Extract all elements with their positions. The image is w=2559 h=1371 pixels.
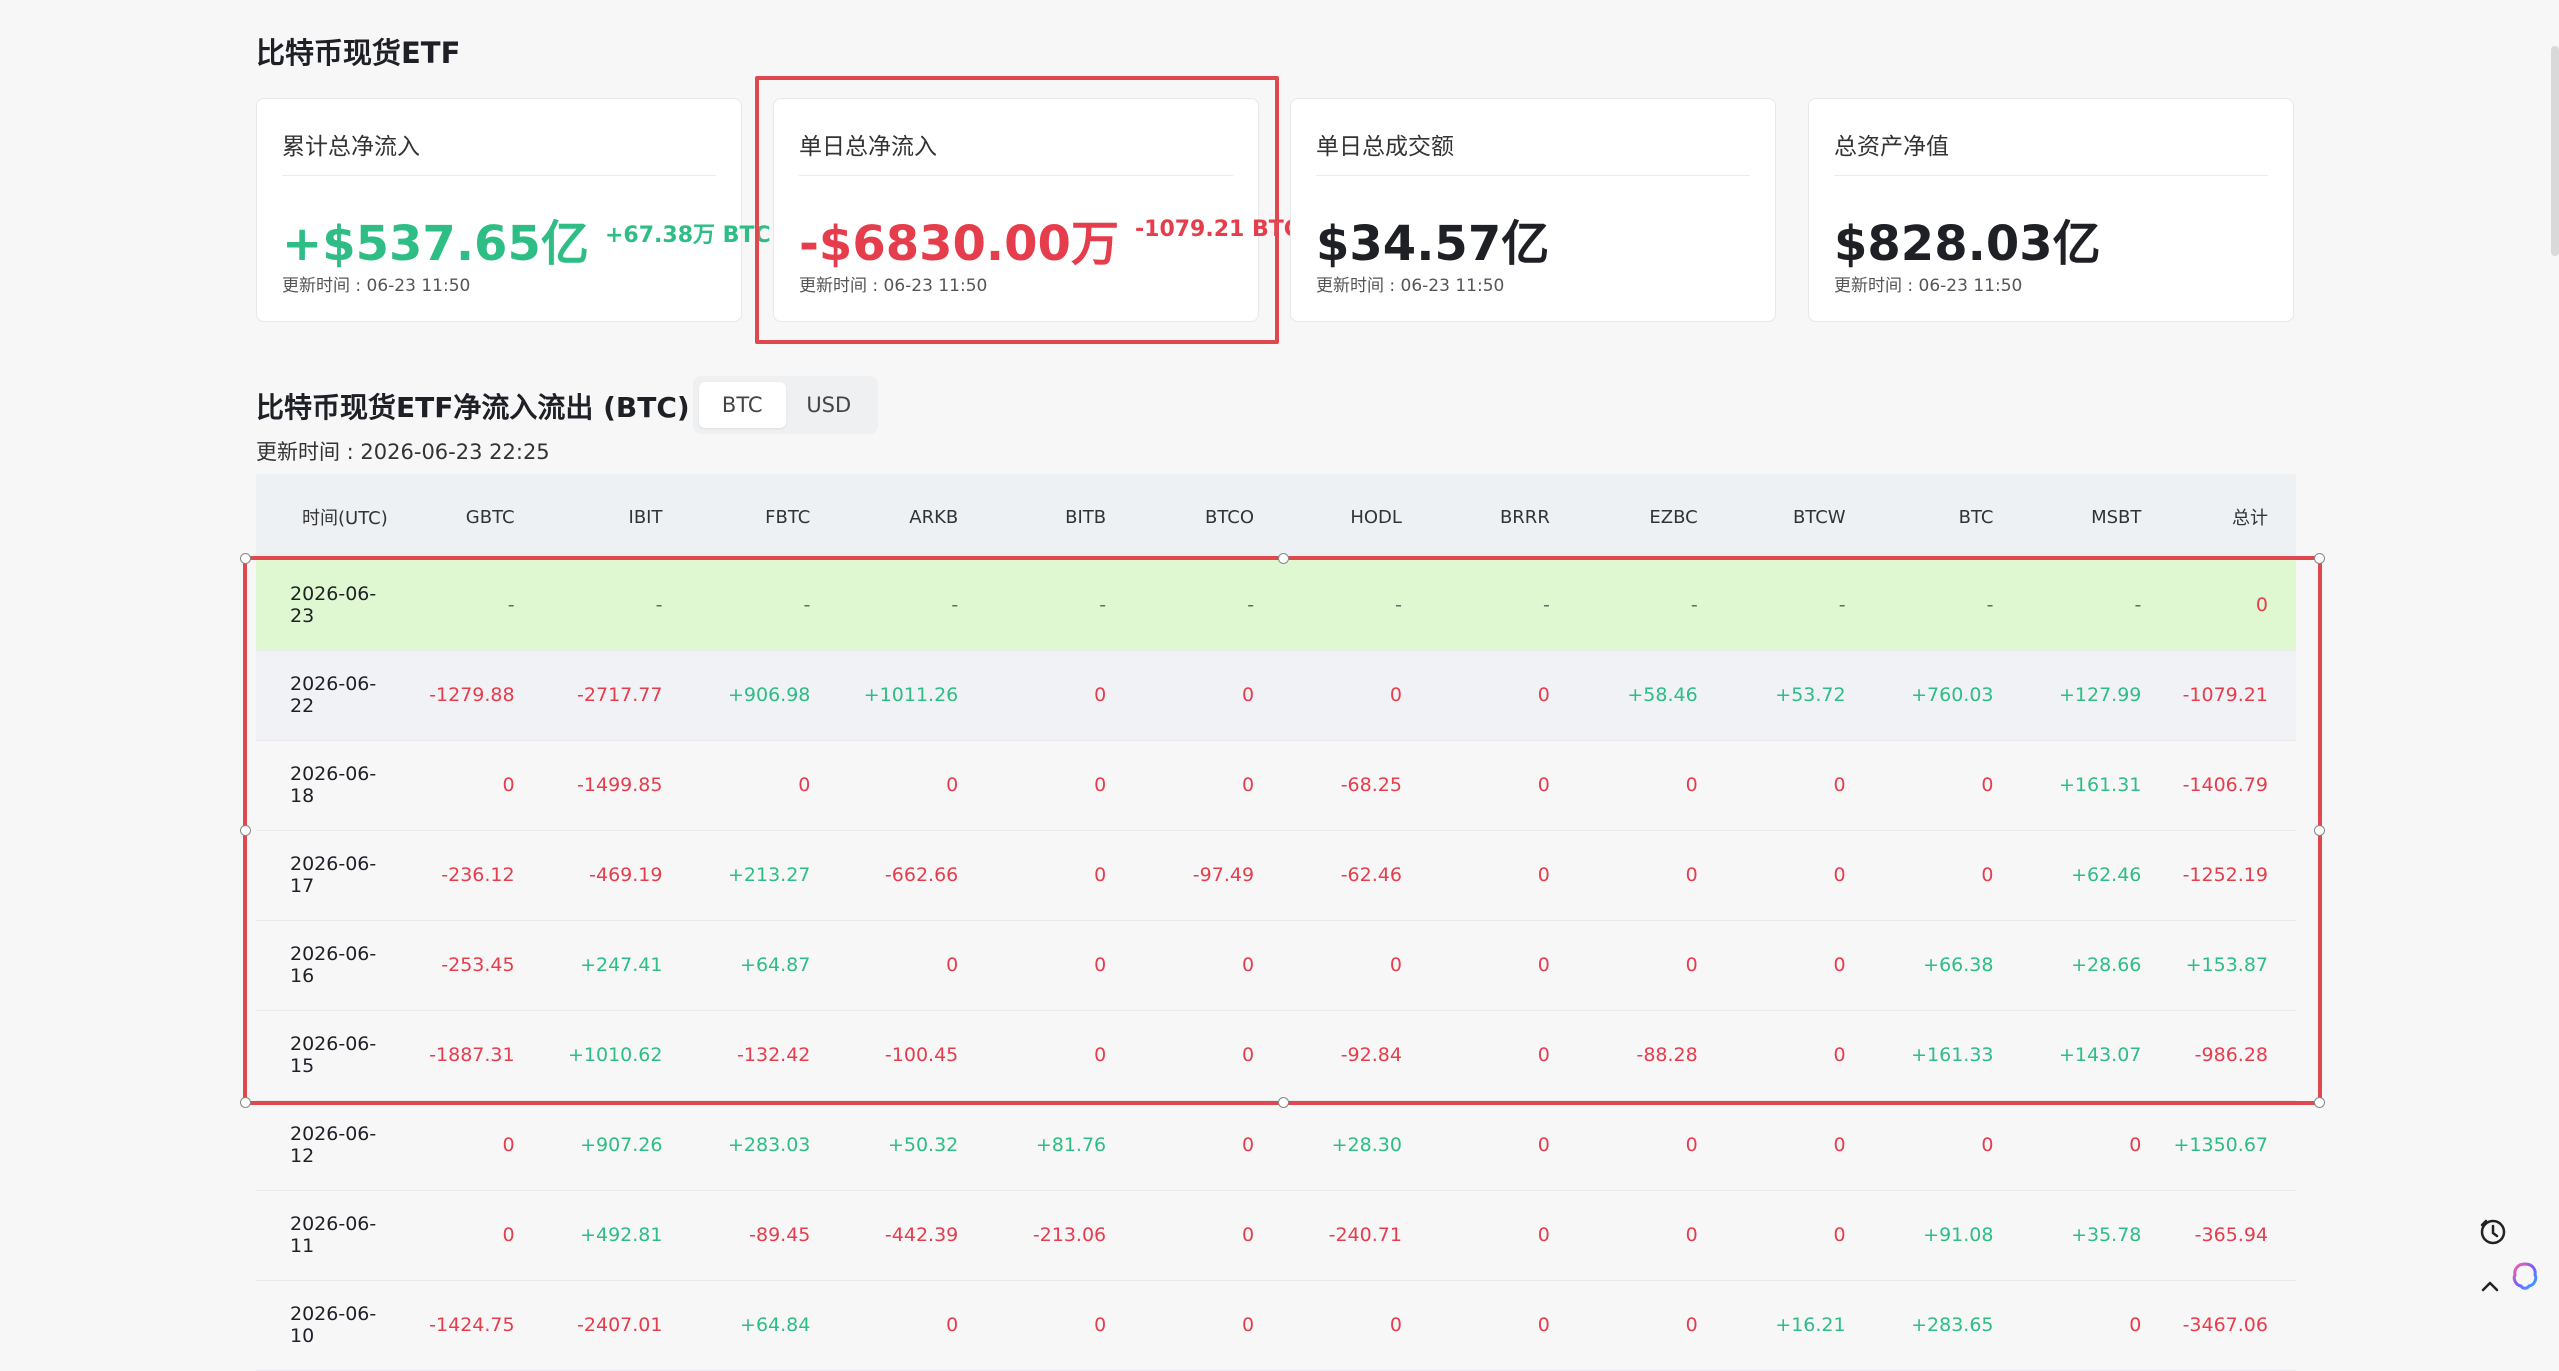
stat-card-label: 累计总净流入 [282, 134, 420, 160]
highlight-frame-daily-card [755, 76, 1279, 344]
flow-cell: -3467.06 [2182, 1314, 2268, 1336]
back-to-top-icon[interactable] [2468, 1264, 2512, 1308]
flow-cell: +81.76 [1035, 1134, 1107, 1156]
table-header-row: 时间(UTC) GBTC IBIT FBTC ARKB BITB BTCO HODL BRRR E… [256, 474, 2296, 560]
flow-cell: 0 [1094, 1314, 1107, 1336]
column-header: 总计 [2232, 508, 2268, 529]
flow-cell: 0 [1685, 1224, 1698, 1246]
flow-cell: 0 [502, 1134, 515, 1156]
stat-card: 累计总净流入 +$537.65亿 +67.38万 BTC 更新时间 : 06-2… [256, 98, 771, 322]
flow-cell: -365.94 [2194, 1224, 2268, 1246]
flow-cell: -442.39 [884, 1224, 959, 1246]
flow-cell: -2407.01 [577, 1314, 663, 1336]
flow-cell: 0 [2129, 1314, 2142, 1336]
column-header: IBIT [628, 506, 663, 528]
column-header: EZBC [1649, 506, 1698, 528]
stat-card-updated: 更新时间 : 06-23 11:50 [282, 276, 471, 296]
table-updated-time: 更新时间 : 2026-06-23 22:25 [256, 440, 550, 464]
stat-card-sub: +67.38万 BTC [605, 223, 771, 248]
column-header: BITB [1065, 506, 1107, 528]
stat-card-value: +$537.65亿 [282, 216, 589, 272]
resize-handle[interactable] [1278, 1097, 1289, 1108]
page-scrollbar[interactable] [2551, 46, 2559, 256]
flow-cell: 0 [1685, 1134, 1698, 1156]
table-row: 2026-06-11 0 +492.81 -89.45 -442.39 -213.06 0 -… [256, 1190, 2296, 1280]
flow-cell: 0 [1389, 1314, 1402, 1336]
resize-handle[interactable] [240, 825, 251, 836]
section-title: 比特币现货ETF净流入流出 (BTC) [256, 391, 690, 424]
flow-cell: +1350.67 [2173, 1134, 2269, 1156]
flow-cell: 0 [1241, 1224, 1255, 1246]
flow-cell: +283.65 [1911, 1314, 1994, 1336]
column-header: BTC [1958, 506, 1994, 528]
stat-card-divider [1834, 175, 2268, 176]
column-header: BTCW [1792, 506, 1846, 528]
table-row: 2026-06-12 0 +907.26 +283.03 +50.32 +81.76 0 +2… [256, 1100, 2296, 1190]
flow-cell: +283.03 [727, 1134, 811, 1156]
stat-card-updated: 更新时间 : 06-23 11:50 [1316, 276, 1505, 296]
flow-cell: -89.45 [749, 1224, 811, 1246]
resize-handle[interactable] [1278, 553, 1289, 564]
flow-cell: +16.21 [1775, 1314, 1846, 1336]
flow-cell: 0 [1537, 1134, 1550, 1156]
flow-cell: 0 [1537, 1224, 1550, 1246]
flow-cell: -240.71 [1328, 1224, 1402, 1246]
flow-cell: 0 [1981, 1134, 1994, 1156]
flow-cell: 0 [1833, 1134, 1846, 1156]
column-header: MSBT [2091, 506, 2142, 528]
stat-card-label: 单日总成交额 [1316, 134, 1454, 160]
stat-card-label: 总资产净值 [1834, 134, 1949, 160]
flow-cell: +91.08 [1923, 1224, 1994, 1246]
flow-cell: +492.81 [580, 1224, 663, 1246]
toggle-usd[interactable]: USD [786, 382, 873, 428]
column-header: BTCO [1205, 506, 1255, 528]
column-header: 时间(UTC) [302, 508, 388, 529]
column-header: FBTC [765, 506, 811, 528]
column-header: HODL [1350, 506, 1402, 528]
flow-cell: +907.26 [580, 1134, 663, 1156]
resize-handle[interactable] [240, 1097, 251, 1108]
resize-handle[interactable] [240, 553, 251, 564]
flow-cell: +50.32 [887, 1134, 959, 1156]
row-date: 2026-06-10 [290, 1303, 377, 1347]
column-header: ARKB [909, 506, 959, 528]
flow-cell: 0 [946, 1314, 959, 1336]
flow-cell: +28.30 [1331, 1134, 1402, 1156]
flow-cell: 0 [1241, 1134, 1255, 1156]
stat-card-divider [1316, 175, 1750, 176]
flow-cell: +64.84 [740, 1314, 811, 1336]
stat-card-value: $828.03亿 [1834, 216, 2101, 272]
info-icon[interactable] [2471, 1210, 2515, 1254]
flow-cell: +35.78 [2071, 1224, 2142, 1246]
toggle-btc[interactable]: BTC [699, 382, 786, 428]
flow-cell: -1424.75 [429, 1314, 515, 1336]
row-date: 2026-06-11 [290, 1213, 377, 1257]
flow-cell: 0 [1241, 1314, 1255, 1336]
unit-toggle: BTC USD [693, 376, 878, 434]
flow-cell: 0 [2129, 1134, 2142, 1156]
column-header: BRRR [1499, 506, 1550, 528]
flow-cell: 0 [1685, 1314, 1698, 1336]
resize-handle[interactable] [2314, 1097, 2325, 1108]
highlight-frame-rows [240, 553, 2325, 1108]
flow-cell: 0 [1833, 1224, 1846, 1246]
resize-handle[interactable] [2314, 553, 2325, 564]
stat-card-divider [282, 175, 716, 176]
table-row: 2026-06-10 -1424.75 -2407.01 +64.84 0 0 0 0 0 0 +1… [256, 1280, 2296, 1370]
flow-cell: 0 [502, 1224, 515, 1246]
flow-cell: 0 [1537, 1314, 1550, 1336]
page-title: 比特币现货ETF [256, 36, 461, 70]
column-header: GBTC [465, 506, 515, 528]
row-date: 2026-06-12 [290, 1123, 377, 1167]
stat-card-value: $34.57亿 [1316, 216, 1550, 272]
flow-cell: -213.06 [1032, 1224, 1107, 1246]
resize-handle[interactable] [2314, 825, 2325, 836]
stat-card: 总资产净值 $828.03亿 更新时间 : 06-23 11:50 [1808, 98, 2294, 322]
stat-card-updated: 更新时间 : 06-23 11:50 [1834, 276, 2023, 296]
stat-card: 单日总成交额 $34.57亿 更新时间 : 06-23 11:50 [1290, 98, 1776, 322]
